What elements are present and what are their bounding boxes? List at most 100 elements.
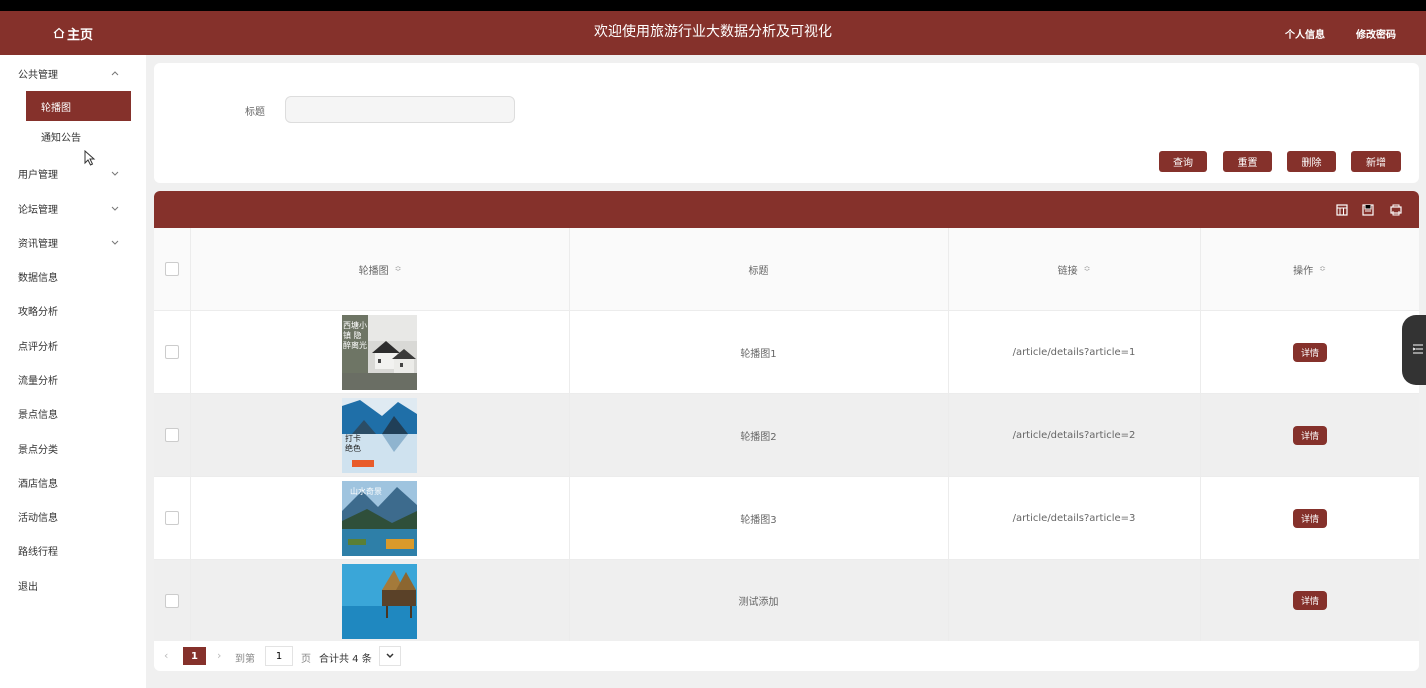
sort-icon[interactable]: ≎ [1084, 265, 1091, 273]
sidebar-item-event-info[interactable]: 活动信息 [0, 501, 146, 531]
carousel-thumbnail [342, 564, 417, 639]
sidebar-item-review-analysis[interactable]: 点评分析 [0, 330, 146, 360]
sidebar-item-label: 流量分析 [18, 375, 58, 387]
floating-side-tab[interactable] [1402, 315, 1426, 385]
sidebar-item-label: 景点信息 [18, 409, 58, 421]
sidebar-item-scenic-category[interactable]: 景点分类 [0, 433, 146, 463]
chevron-down-icon [111, 171, 119, 176]
chevron-down-icon [111, 206, 119, 211]
reset-button[interactable]: 重置 [1223, 151, 1272, 172]
sidebar-item-public-management[interactable]: 公共管理 [0, 58, 146, 88]
title-search-input[interactable] [285, 96, 515, 123]
chevron-down-icon [111, 240, 119, 245]
sidebar-subitem-notice[interactable]: 通知公告 [26, 121, 131, 151]
row-title-cell: 轮播图3 [740, 514, 777, 526]
detail-button[interactable]: 详情 [1293, 591, 1327, 610]
sidebar-subitem-label: 通知公告 [41, 132, 81, 144]
sidebar-item-label: 攻略分析 [18, 306, 58, 318]
sidebar-item-label: 论坛管理 [18, 204, 58, 216]
row-title-cell: 测试添加 [738, 597, 779, 608]
chevron-down-icon [386, 653, 394, 659]
sidebar-item-guide-analysis[interactable]: 攻略分析 [0, 295, 146, 325]
sidebar-subitem-carousel[interactable]: 轮播图 [26, 91, 131, 121]
export-icon[interactable] [1362, 204, 1374, 216]
row-link-cell: /article/details?article=2 [1012, 429, 1136, 441]
sidebar-item-scenic-info[interactable]: 景点信息 [0, 398, 146, 428]
sidebar-item-label: 资讯管理 [18, 238, 58, 250]
prev-page-icon[interactable]: ‹ [164, 649, 168, 662]
detail-button[interactable]: 详情 [1293, 509, 1327, 528]
sidebar-item-label: 活动信息 [18, 512, 58, 524]
sidebar-item-label: 酒店信息 [18, 478, 58, 490]
sort-icon[interactable]: ≎ [1319, 265, 1326, 273]
page-size-select[interactable] [379, 646, 401, 666]
thumbnail-caption: 山水奇景 [350, 487, 382, 496]
row-link-cell: /article/details?article=1 [1012, 346, 1136, 358]
query-button[interactable]: 查询 [1159, 151, 1207, 172]
row-checkbox[interactable] [165, 511, 179, 525]
home-label: 主页 [66, 27, 93, 43]
mouse-cursor-icon [84, 150, 96, 166]
sidebar-item-user-management[interactable]: 用户管理 [0, 158, 146, 188]
print-icon[interactable] [1390, 204, 1402, 216]
row-checkbox[interactable] [165, 345, 179, 359]
sort-icon[interactable]: ≎ [395, 265, 402, 273]
change-password-link[interactable]: 修改密码 [1356, 11, 1396, 55]
filter-columns-icon[interactable] [1336, 204, 1348, 216]
menu-list-icon [1412, 344, 1423, 354]
carousel-thumbnail: 西塘小镇 隐醉离光 [342, 315, 417, 390]
column-header-title: 标题 [569, 228, 948, 310]
column-divider [1200, 228, 1201, 641]
header: 主页 欢迎使用旅游行业大数据分析及可视化 个人信息 修改密码 [0, 11, 1426, 55]
row-checkbox[interactable] [165, 594, 179, 608]
column-header-label: 链接 [1057, 265, 1078, 277]
home-link[interactable]: 主页 [0, 11, 146, 55]
column-header-link[interactable]: 链接 ≎ [948, 228, 1200, 310]
goto-page-input[interactable] [265, 646, 293, 666]
sidebar-subitem-label: 轮播图 [41, 102, 71, 114]
sidebar-item-traffic-analysis[interactable]: 流量分析 [0, 364, 146, 394]
goto-label: 到第 [235, 654, 255, 665]
column-divider [190, 228, 191, 641]
top-black-strip [0, 0, 1426, 11]
row-checkbox[interactable] [165, 428, 179, 442]
row-link-cell [948, 560, 1200, 641]
sidebar-item-data-info[interactable]: 数据信息 [0, 261, 146, 291]
row-title-cell: 轮播图1 [740, 348, 777, 360]
page-label: 页 [301, 654, 311, 665]
detail-button[interactable]: 详情 [1293, 426, 1327, 445]
sidebar-item-label: 景点分类 [18, 444, 58, 456]
delete-button[interactable]: 删除 [1287, 151, 1336, 172]
sidebar-item-label: 公共管理 [18, 69, 58, 81]
title-search-label: 标题 [245, 107, 265, 118]
home-icon [53, 27, 65, 39]
column-header-image[interactable]: 轮播图 ≎ [191, 228, 569, 310]
sidebar-item-label: 退出 [18, 581, 38, 593]
carousel-thumbnail: 山水奇景 [342, 481, 417, 556]
table-panel: 轮播图 ≎ 标题 链接 ≎ 操作 ≎ 西塘小镇 隐醉离光 轮播图1 /artic… [154, 191, 1419, 671]
column-header-label: 标题 [748, 265, 769, 277]
column-header-action[interactable]: 操作 ≎ [1200, 228, 1419, 310]
table-toolbar [154, 191, 1419, 228]
sidebar-item-hotel-info[interactable]: 酒店信息 [0, 467, 146, 497]
column-header-label: 轮播图 [358, 265, 389, 277]
select-all-checkbox[interactable] [165, 262, 179, 276]
next-page-icon[interactable]: › [217, 649, 221, 662]
profile-link[interactable]: 个人信息 [1285, 11, 1325, 55]
sidebar-item-label: 用户管理 [18, 169, 58, 181]
total-count: 合计共 4 条 [319, 654, 372, 665]
add-button[interactable]: 新增 [1351, 151, 1401, 172]
sidebar: 公共管理 轮播图 通知公告 用户管理 论坛管理 资讯管理 数据信息 攻略分析 点… [0, 55, 146, 688]
current-page-button[interactable]: 1 [183, 647, 206, 665]
sidebar-item-forum-management[interactable]: 论坛管理 [0, 193, 146, 223]
page-title: 欢迎使用旅游行业大数据分析及可视化 [594, 24, 832, 40]
search-panel: 标题 查询 重置 删除 新增 [154, 63, 1419, 183]
row-link-cell: /article/details?article=3 [1012, 512, 1136, 524]
sidebar-item-route-itinerary[interactable]: 路线行程 [0, 535, 146, 565]
sidebar-item-news-management[interactable]: 资讯管理 [0, 227, 146, 257]
sidebar-item-label: 点评分析 [18, 341, 58, 353]
detail-button[interactable]: 详情 [1293, 343, 1327, 362]
pagination: ‹ 1 › 到第 页 合计共 4 条 [154, 641, 1419, 671]
thumbnail-caption: 打卡绝色 [345, 434, 361, 453]
sidebar-item-logout[interactable]: 退出 [0, 570, 146, 600]
